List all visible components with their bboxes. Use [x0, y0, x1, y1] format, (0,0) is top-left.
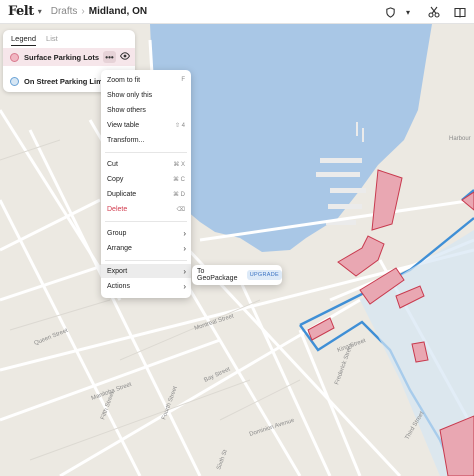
more-options-icon[interactable]: ••• [103, 51, 116, 63]
menu-item-actions[interactable]: Actions › [101, 279, 191, 293]
scissors-icon[interactable] [426, 4, 442, 20]
shield-icon[interactable] [382, 4, 398, 20]
layer-name: On Street Parking Limit [24, 76, 108, 86]
menu-item-arrange[interactable]: Arrange › [101, 241, 191, 255]
chevron-right-icon: › [183, 266, 186, 276]
toolbar-icons: ▾ [382, 4, 468, 20]
logo-chevron-down-icon[interactable]: ▾ [38, 7, 42, 16]
tab-legend[interactable]: Legend [11, 34, 37, 46]
legend-tabs: Legend List [3, 30, 135, 46]
menu-item-show-only-this[interactable]: Show only this [101, 88, 191, 102]
menu-item-delete[interactable]: Delete ⌫ [101, 202, 191, 216]
layer-swatch-icon [10, 76, 19, 86]
export-geopackage-item[interactable]: To GeoPackage [197, 268, 240, 282]
menu-divider [105, 221, 187, 222]
upgrade-badge[interactable]: UPGRADE [246, 270, 282, 280]
menu-item-duplicate[interactable]: Duplicate ⌘ D [101, 187, 191, 201]
menu-item-export[interactable]: Export › [101, 264, 191, 278]
book-icon[interactable] [452, 4, 468, 20]
menu-label: Export [107, 267, 128, 275]
label-harbour: Harbour [449, 136, 471, 142]
menu-item-transform[interactable]: Transform... [101, 133, 191, 147]
menu-item-cut[interactable]: Cut ⌘ X [101, 157, 191, 171]
breadcrumb-separator: › [81, 6, 85, 17]
menu-label: Duplicate [107, 190, 137, 198]
menu-label: Cut [107, 160, 118, 168]
map-title[interactable]: Midland, ON [89, 6, 147, 17]
export-submenu[interactable]: To GeoPackage UPGRADE [192, 265, 282, 285]
menu-item-view-table[interactable]: View table ⇧ 4 [101, 118, 191, 132]
menu-shortcut: ⇧ 4 [174, 122, 185, 129]
menu-label: View table [107, 121, 140, 129]
menu-label: Zoom to fit [107, 76, 141, 84]
menu-shortcut: F [181, 77, 185, 83]
legend-layer-surface-parking-lots[interactable]: Surface Parking Lots ••• [3, 48, 135, 66]
menu-divider [105, 260, 187, 261]
breadcrumb-drafts[interactable]: Drafts [51, 6, 78, 17]
chevron-down-icon[interactable]: ▾ [400, 4, 416, 20]
menu-label: Actions [107, 282, 130, 290]
menu-label: Group [107, 229, 127, 237]
menu-label: Transform... [107, 136, 145, 144]
menu-item-show-others[interactable]: Show others [101, 103, 191, 117]
menu-item-zoom-to-fit[interactable]: Zoom to fit F [101, 73, 191, 87]
felt-logo[interactable]: Felt [8, 4, 34, 19]
layer-context-menu: Zoom to fit F Show only this Show others … [101, 70, 191, 298]
layer-name: Surface Parking Lots [24, 52, 100, 62]
chevron-right-icon: › [183, 243, 186, 253]
menu-label: Show only this [107, 91, 153, 99]
chevron-right-icon: › [183, 281, 186, 291]
tab-list[interactable]: List [46, 34, 58, 45]
menu-shortcut: ⌘ X [173, 161, 185, 168]
menu-shortcut: ⌘ C [173, 176, 185, 183]
menu-shortcut: ⌫ [176, 206, 185, 213]
menu-divider [105, 152, 187, 153]
layer-swatch-icon [10, 52, 19, 62]
menu-shortcut: ⌘ D [173, 191, 185, 198]
eye-icon[interactable] [119, 52, 131, 62]
menu-label: Copy [107, 175, 124, 183]
menu-label: Delete [107, 205, 128, 213]
menu-item-copy[interactable]: Copy ⌘ C [101, 172, 191, 186]
menu-label: Show others [107, 106, 146, 114]
menu-label: Arrange [107, 244, 132, 252]
chevron-right-icon: › [183, 228, 186, 238]
menu-item-group[interactable]: Group › [101, 226, 191, 240]
top-bar: Felt ▾ Drafts › Midland, ON ▾ [0, 0, 474, 24]
